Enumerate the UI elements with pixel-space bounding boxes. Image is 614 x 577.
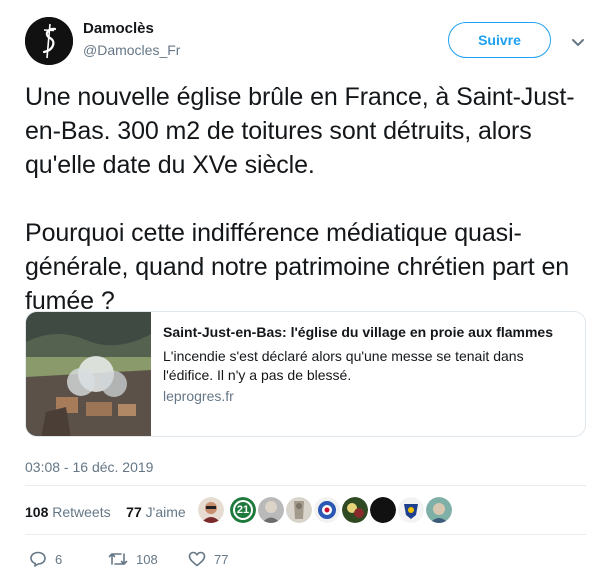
liker-avatar[interactable] bbox=[258, 497, 284, 523]
retweets-count: 108 bbox=[25, 504, 49, 520]
reply-button[interactable]: 6 bbox=[29, 550, 62, 568]
divider bbox=[25, 485, 586, 486]
liker-avatar[interactable] bbox=[342, 497, 368, 523]
liker-avatar[interactable] bbox=[314, 497, 340, 523]
sword-logo-icon bbox=[25, 17, 73, 65]
card-title[interactable]: Saint-Just-en-Bas: l'église du village e… bbox=[163, 324, 553, 340]
tweet-stats: 108 Retweets 77 J'aime bbox=[25, 504, 186, 520]
author-display-name[interactable]: Damoclès bbox=[83, 20, 154, 37]
like-count: 77 bbox=[214, 551, 229, 567]
liker-avatar[interactable] bbox=[398, 497, 424, 523]
liker-avatar[interactable] bbox=[286, 497, 312, 523]
liker-avatar[interactable] bbox=[198, 497, 224, 523]
reply-count: 6 bbox=[55, 551, 63, 567]
like-button[interactable]: 77 bbox=[188, 550, 228, 568]
liker-avatar[interactable] bbox=[370, 497, 396, 523]
card-domain: leprogres.fr bbox=[163, 388, 234, 404]
liker-badge-text: 21 bbox=[236, 504, 250, 516]
liker-avatar[interactable] bbox=[426, 497, 452, 523]
retweet-button[interactable]: 108 bbox=[108, 550, 158, 568]
retweets-label: Retweets bbox=[52, 504, 111, 520]
likes-stat[interactable]: 77 J'aime bbox=[126, 504, 186, 520]
card-thumbnail bbox=[26, 312, 151, 436]
divider bbox=[25, 534, 586, 535]
retweet-icon bbox=[108, 553, 128, 565]
card-description: L'incendie s'est déclaré alors qu'une me… bbox=[163, 348, 524, 383]
likes-label: J'aime bbox=[145, 504, 186, 520]
author-avatar[interactable] bbox=[25, 17, 73, 65]
follow-button[interactable]: Suivre bbox=[448, 22, 551, 58]
retweets-stat[interactable]: 108 Retweets bbox=[25, 504, 111, 520]
tweet-timestamp[interactable]: 03:08 - 16 déc. 2019 bbox=[25, 459, 153, 475]
liker-avatar[interactable]: 21 bbox=[230, 497, 256, 523]
retweet-count: 108 bbox=[136, 551, 158, 567]
chevron-down-icon[interactable] bbox=[571, 35, 585, 53]
author-handle[interactable]: @Damocles_Fr bbox=[83, 42, 180, 58]
tweet-text: Une nouvelle église brûle en France, à S… bbox=[25, 83, 575, 315]
likes-count: 77 bbox=[126, 504, 142, 520]
heart-icon bbox=[188, 551, 206, 567]
reply-icon bbox=[30, 551, 46, 567]
link-card[interactable]: Saint-Just-en-Bas: l'église du village e… bbox=[25, 311, 586, 437]
